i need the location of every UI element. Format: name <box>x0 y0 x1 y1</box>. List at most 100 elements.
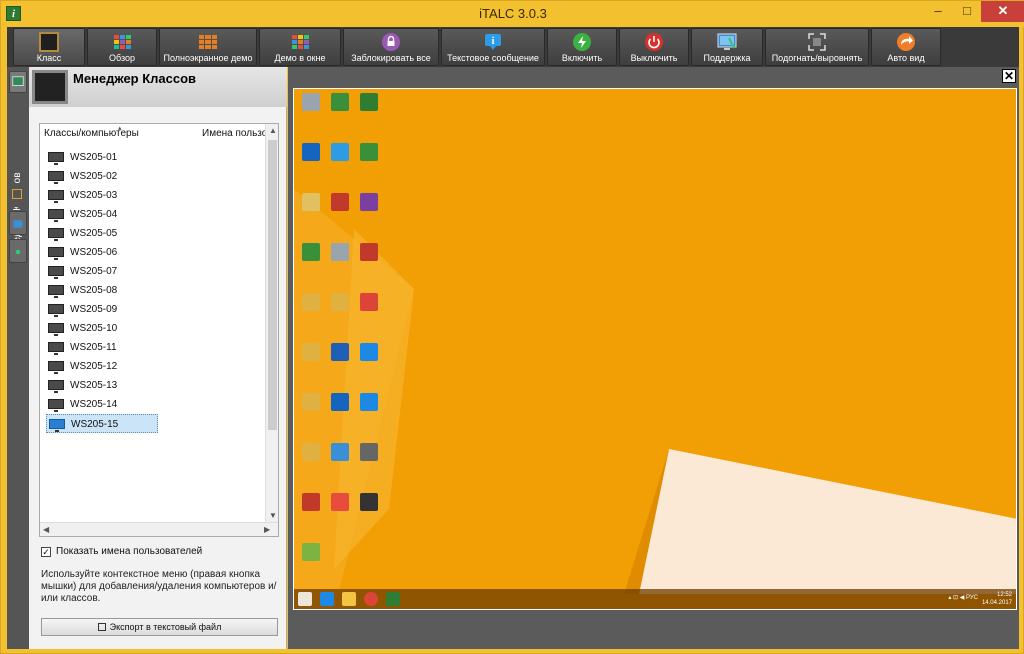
film-tab[interactable] <box>9 211 27 235</box>
excel-icon[interactable] <box>386 592 400 606</box>
horizontal-scrollbar[interactable]: ◀ ▶ <box>40 522 278 536</box>
shortcut-glyph-icon <box>331 443 349 461</box>
computer-row[interactable]: WS205-02 <box>46 167 158 186</box>
toolbar-window-demo-button[interactable]: Демо в окне <box>259 28 341 66</box>
close-button[interactable]: ✕ <box>981 1 1024 22</box>
monitor-icon <box>48 342 64 355</box>
desktop-shortcut-icon[interactable] <box>356 93 382 111</box>
shortcut-glyph-icon <box>360 393 378 411</box>
computer-row[interactable]: WS205-11 <box>46 338 158 357</box>
shortcut-glyph-icon <box>360 343 378 361</box>
computer-row[interactable]: WS205-13 <box>46 376 158 395</box>
scroll-left-icon[interactable]: ◀ <box>43 525 49 534</box>
desktop-shortcut-icon[interactable] <box>298 143 324 161</box>
desktop-shortcut-icon[interactable] <box>356 443 382 461</box>
desktop-shortcut-icon[interactable] <box>356 193 382 211</box>
desktop-shortcut-icon[interactable] <box>356 243 382 261</box>
remote-desktop-screen[interactable]: ▴ ⊡ ◀ РУС 12:52 14.04.2017 <box>293 88 1017 610</box>
shortcut-glyph-icon <box>302 143 320 161</box>
explorer-icon[interactable] <box>342 592 356 606</box>
computer-row[interactable]: WS205-03 <box>46 186 158 205</box>
shortcut-glyph-icon <box>331 193 349 211</box>
desktop-shortcut-icon[interactable] <box>298 243 324 261</box>
remote-view-close-button[interactable]: ✕ <box>1002 69 1016 83</box>
computer-row[interactable]: WS205-06 <box>46 243 158 262</box>
computer-row[interactable]: WS205-09 <box>46 300 158 319</box>
computer-row[interactable]: WS205-08 <box>46 281 158 300</box>
class-manager-tab[interactable] <box>9 71 27 93</box>
show-usernames-checkbox[interactable]: ✓ Показать имена пользователей <box>41 546 202 557</box>
checkbox-check-icon[interactable]: ✓ <box>41 547 51 557</box>
desktop-shortcut-icon[interactable] <box>327 293 353 311</box>
toolbar-overview-button[interactable]: Обзор <box>87 28 157 66</box>
computer-row[interactable]: WS205-15 <box>46 414 158 433</box>
lock-icon <box>382 33 400 51</box>
column-header-computers[interactable]: Классы/компьютеры <box>44 128 139 139</box>
scroll-down-icon[interactable]: ▼ <box>269 511 277 520</box>
toolbar-text-message-button[interactable]: i Текстовое сообщение <box>441 28 545 66</box>
desktop-shortcut-icon[interactable] <box>327 243 353 261</box>
desktop-shortcut-icon[interactable] <box>298 293 324 311</box>
toolbar-class-button[interactable]: Класс <box>13 28 85 66</box>
ie-icon[interactable] <box>320 592 334 606</box>
desktop-shortcut-icon[interactable] <box>356 493 382 511</box>
desktop-shortcut-icon[interactable] <box>298 493 324 511</box>
vertical-scrollbar[interactable]: ▲ ▼ <box>265 124 278 522</box>
computer-row[interactable]: WS205-05 <box>46 224 158 243</box>
toolbar-fullscreen-demo-button[interactable]: Полноэкранное демо <box>159 28 257 66</box>
desktop-shortcut-icon[interactable] <box>356 293 382 311</box>
desktop-shortcut-icon[interactable] <box>298 443 324 461</box>
toolbar-support-button[interactable]: Поддержка <box>691 28 763 66</box>
start-icon[interactable] <box>298 592 312 606</box>
maximize-button[interactable]: □ <box>952 1 982 22</box>
desktop-shortcut-icon[interactable] <box>327 193 353 211</box>
computer-tree[interactable]: Классы/компьютеры Имена пользо ▴ WS205-0… <box>39 123 279 537</box>
toolbar-lock-all-button[interactable]: Заблокировать все <box>343 28 439 66</box>
computer-row[interactable]: WS205-14 <box>46 395 158 414</box>
minimize-button[interactable]: – <box>923 1 953 22</box>
desktop-shortcut-icon[interactable] <box>298 543 324 561</box>
window-title: iTALC 3.0.3 <box>479 6 547 21</box>
desktop-shortcut-icon[interactable] <box>356 393 382 411</box>
desktop-shortcut-icon[interactable] <box>327 393 353 411</box>
export-text-file-button[interactable]: Экспорт в текстовый файл <box>41 618 278 636</box>
column-header-usernames[interactable]: Имена пользо <box>202 128 267 139</box>
chrome-icon[interactable] <box>364 592 378 606</box>
class-manager-panel: Менеджер Классов Классы/компьютеры Имена… <box>29 67 287 649</box>
shortcut-glyph-icon <box>331 93 349 111</box>
computer-row[interactable]: WS205-10 <box>46 319 158 338</box>
snapshot-tab[interactable] <box>9 183 27 207</box>
desktop-shortcut-icon[interactable] <box>298 393 324 411</box>
computer-row[interactable]: WS205-12 <box>46 357 158 376</box>
scroll-right-icon[interactable]: ▶ <box>264 525 270 534</box>
toolbar-fit-align-button[interactable]: Подогнать/выровнять <box>765 28 869 66</box>
scroll-up-icon[interactable]: ▲ <box>269 126 277 135</box>
desktop-shortcut-icon[interactable] <box>298 193 324 211</box>
desktop-shortcut-icon[interactable] <box>327 493 353 511</box>
computer-row[interactable]: WS205-01 <box>46 148 158 167</box>
shortcut-glyph-icon <box>360 143 378 161</box>
desktop-shortcut-icon[interactable] <box>327 443 353 461</box>
scroll-thumb[interactable] <box>268 140 277 430</box>
toolbar-auto-view-button[interactable]: Авто вид <box>871 28 941 66</box>
toolbar-label: Выключить <box>630 53 678 63</box>
computer-row[interactable]: WS205-04 <box>46 205 158 224</box>
app-window: i iTALC 3.0.3 – □ ✕ Класс Обзор Полноэкр… <box>0 0 1024 654</box>
shortcut-glyph-icon <box>302 193 320 211</box>
desktop-shortcut-icon[interactable] <box>298 93 324 111</box>
shortcut-glyph-icon <box>360 243 378 261</box>
desktop-shortcut-icon[interactable] <box>327 93 353 111</box>
toolbar-label: Текстовое сообщение <box>447 53 539 63</box>
desktop-shortcut-icon[interactable] <box>327 143 353 161</box>
classroom-icon <box>39 32 59 52</box>
desktop-shortcut-icon[interactable] <box>298 343 324 361</box>
desktop-shortcut-icon[interactable] <box>356 343 382 361</box>
toolbar-power-on-button[interactable]: Включить <box>547 28 617 66</box>
toolbar-power-off-button[interactable]: Выключить <box>619 28 689 66</box>
toolbar-label: Класс <box>36 53 62 63</box>
desktop-shortcut-icon[interactable] <box>327 343 353 361</box>
computer-row[interactable]: WS205-07 <box>46 262 158 281</box>
network-tab[interactable] <box>9 239 27 263</box>
desktop-shortcut-icon[interactable] <box>356 143 382 161</box>
support-icon <box>717 33 737 50</box>
